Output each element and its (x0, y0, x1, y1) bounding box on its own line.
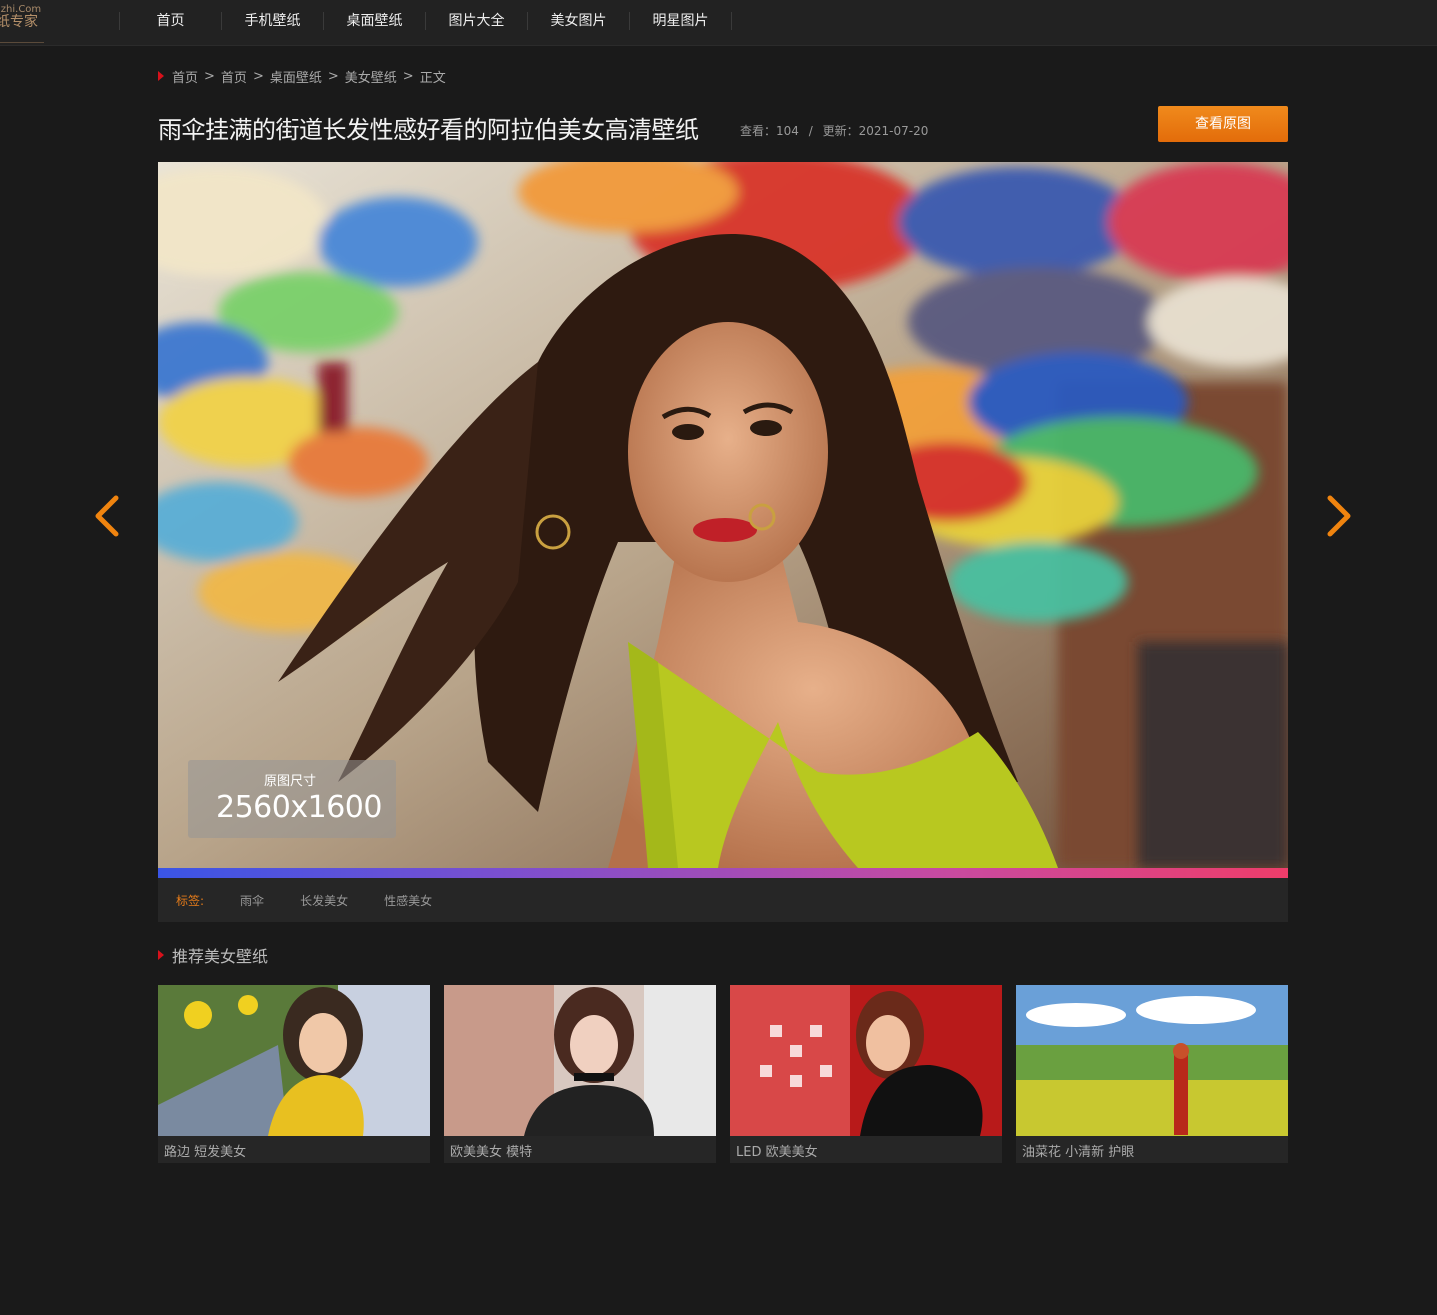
recommend-caption: LED 欧美美女 (736, 1145, 818, 1160)
main-nav: 首页 手机壁纸 桌面壁纸 图片大全 美女图片 明星图片 (119, 0, 732, 46)
recommend-card[interactable]: 欧美美女 模特 (444, 985, 716, 1163)
post-meta: 查看：104 / 更新：2021-07-20 (740, 122, 928, 139)
views-label: 查看： (740, 124, 777, 138)
page-title: 雨伞挂满的街道长发性感好看的阿拉伯美女高清壁纸 (158, 116, 699, 144)
original-size-overlay: 原图尺寸 2560x1600 (188, 760, 396, 838)
chevron-right-icon[interactable] (1324, 494, 1354, 538)
breadcrumb-marker-icon (158, 71, 164, 81)
updated-date: 2021-07-20 (858, 124, 929, 138)
chevron-left-icon[interactable] (92, 494, 122, 538)
logo-name: 纸专家 (0, 14, 38, 30)
nav-item-mobile-wallpaper[interactable]: 手机壁纸 (222, 0, 323, 46)
site-logo[interactable]: izhi.Com 纸专家 (0, 4, 46, 42)
recommend-thumbnail[interactable] (444, 985, 716, 1136)
recommend-card[interactable]: LED 欧美美女 (730, 985, 1002, 1163)
breadcrumb-link-desktop-wallpaper[interactable]: 桌面壁纸 (270, 67, 322, 86)
recommend-list: 路边 短发美女 欧美美女 模特 LED 欧美美女 油菜花 小清新 护眼 (158, 985, 1288, 1163)
tag-bar: 标签: 雨伞 长发美女 性感美女 (158, 878, 1288, 922)
nav-item-home[interactable]: 首页 (120, 0, 221, 46)
recommend-thumbnail[interactable] (730, 985, 1002, 1136)
breadcrumb-separator: > (327, 68, 339, 84)
breadcrumb-link-home-2[interactable]: 首页 (221, 67, 247, 86)
breadcrumb-separator: > (252, 68, 264, 84)
recommend-thumbnail[interactable] (1016, 985, 1288, 1136)
tag-umbrella[interactable]: 雨伞 (240, 892, 264, 909)
tag-sexy-beauty[interactable]: 性感美女 (384, 892, 432, 909)
top-navigation-bar: izhi.Com 纸专家 首页 手机壁纸 桌面壁纸 图片大全 美女图片 明星图片 (0, 0, 1437, 46)
tag-long-hair-beauty[interactable]: 长发美女 (300, 892, 348, 909)
breadcrumb-link-beauty-wallpaper[interactable]: 美女壁纸 (345, 67, 397, 86)
views-count: 104 (776, 124, 799, 138)
recommend-caption: 油菜花 小清新 护眼 (1022, 1145, 1135, 1160)
view-original-button[interactable]: 查看原图 (1158, 106, 1288, 142)
nav-item-beauty-pictures[interactable]: 美女图片 (528, 0, 629, 46)
breadcrumb: 首页 > 首页 > 桌面壁纸 > 美女壁纸 > 正文 (158, 66, 446, 86)
nav-divider (731, 12, 732, 30)
meta-divider: / (808, 124, 813, 138)
recommend-thumbnail[interactable] (158, 985, 430, 1136)
recommend-card[interactable]: 油菜花 小清新 护眼 (1016, 985, 1288, 1163)
image-gradient-bar (158, 868, 1288, 878)
breadcrumb-separator: > (204, 68, 215, 84)
logo-underline (0, 42, 44, 43)
nav-item-desktop-wallpaper[interactable]: 桌面壁纸 (324, 0, 425, 46)
nav-item-celebrity-pictures[interactable]: 明星图片 (630, 0, 731, 46)
recommend-heading-text: 推荐美女壁纸 (172, 947, 269, 966)
nav-item-picture-collection[interactable]: 图片大全 (426, 0, 527, 46)
recommend-caption: 欧美美女 模特 (450, 1145, 533, 1160)
recommend-card[interactable]: 路边 短发美女 (158, 985, 430, 1163)
recommend-caption: 路边 短发美女 (164, 1145, 247, 1160)
tags-label: 标签: (176, 893, 205, 908)
updated-label: 更新： (822, 124, 859, 138)
breadcrumb-link-home[interactable]: 首页 (172, 67, 198, 86)
breadcrumb-current: 正文 (419, 70, 446, 86)
section-marker-icon (158, 950, 164, 960)
original-size-value: 2560x1600 (216, 790, 382, 825)
breadcrumb-separator: > (402, 68, 414, 84)
recommend-heading: 推荐美女壁纸 (158, 943, 268, 967)
original-size-label: 原图尺寸 (264, 774, 317, 789)
